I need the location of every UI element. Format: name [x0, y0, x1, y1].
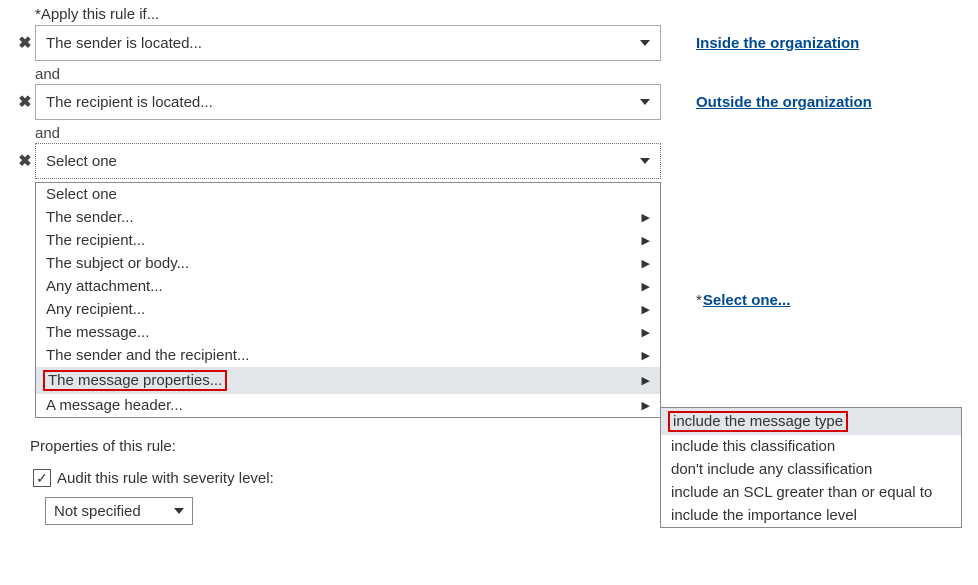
submenu-item-label: include an SCL greater than or equal to [671, 484, 932, 501]
menu-item-label: A message header... [46, 397, 183, 414]
menu-item-4[interactable]: Any attachment... ▶ [36, 275, 660, 298]
condition-2-label: The recipient is located... [46, 94, 213, 111]
chevron-right-icon: ▶ [642, 326, 650, 339]
remove-condition-2[interactable]: ✖ [15, 92, 35, 112]
menu-item-label: Select one [46, 186, 117, 203]
submenu-item-3[interactable]: include an SCL greater than or equal to [661, 481, 961, 504]
submenu-item-label: include the message type [668, 411, 848, 432]
caret-down-icon [640, 158, 650, 164]
condition-3-value[interactable]: Select one... [703, 292, 791, 309]
remove-condition-3[interactable]: ✖ [15, 151, 35, 171]
menu-item-9[interactable]: A message header... ▶ [36, 394, 660, 417]
severity-dropdown[interactable]: Not specified [45, 497, 193, 525]
audit-checkbox[interactable]: ✓ [33, 469, 51, 487]
required-star: * [696, 292, 702, 309]
submenu-item-label: include this classification [671, 438, 835, 455]
submenu-item-1[interactable]: include this classification [661, 435, 961, 458]
menu-item-label: The message properties... [43, 370, 227, 391]
apply-rule-label: *Apply this rule if... [15, 4, 978, 23]
audit-label: Audit this rule with severity level: [57, 470, 274, 487]
submenu-item-label: include the importance level [671, 507, 857, 524]
chevron-right-icon: ▶ [642, 257, 650, 270]
condition-1-dropdown[interactable]: The sender is located... [35, 25, 661, 61]
condition-2-dropdown[interactable]: The recipient is located... [35, 84, 661, 120]
menu-item-8[interactable]: The message properties... ▶ [36, 367, 660, 394]
properties-title: Properties of this rule: [15, 438, 661, 455]
chevron-right-icon: ▶ [642, 303, 650, 316]
chevron-right-icon: ▶ [642, 349, 650, 362]
submenu-item-4[interactable]: include the importance level [661, 504, 961, 527]
and-label-1: and [35, 64, 978, 84]
menu-item-label: Any recipient... [46, 301, 145, 318]
chevron-right-icon: ▶ [642, 374, 650, 387]
menu-item-label: The subject or body... [46, 255, 189, 272]
menu-item-1[interactable]: The sender... ▶ [36, 206, 660, 229]
condition-2-value[interactable]: Outside the organization [696, 94, 872, 111]
and-label-2: and [35, 123, 978, 143]
menu-item-label: The sender... [46, 209, 134, 226]
menu-item-label: The message... [46, 324, 149, 341]
condition-3-dropdown[interactable]: Select one [35, 143, 661, 179]
menu-item-3[interactable]: The subject or body... ▶ [36, 252, 660, 275]
chevron-right-icon: ▶ [642, 280, 650, 293]
chevron-right-icon: ▶ [642, 234, 650, 247]
caret-down-icon [174, 508, 184, 514]
menu-item-5[interactable]: Any recipient... ▶ [36, 298, 660, 321]
submenu-item-0[interactable]: include the message type [661, 408, 961, 435]
caret-down-icon [640, 40, 650, 46]
caret-down-icon [640, 99, 650, 105]
menu-item-2[interactable]: The recipient... ▶ [36, 229, 660, 252]
condition-1-label: The sender is located... [46, 35, 202, 52]
remove-condition-1[interactable]: ✖ [15, 33, 35, 53]
condition-1-value[interactable]: Inside the organization [696, 35, 859, 52]
severity-value: Not specified [54, 503, 141, 520]
menu-item-label: The recipient... [46, 232, 145, 249]
condition-3-label: Select one [46, 153, 117, 170]
chevron-right-icon: ▶ [642, 211, 650, 224]
condition-submenu[interactable]: include the message type include this cla… [660, 407, 962, 528]
menu-item-7[interactable]: The sender and the recipient... ▶ [36, 344, 660, 367]
chevron-right-icon: ▶ [642, 399, 650, 412]
submenu-item-2[interactable]: don't include any classification [661, 458, 961, 481]
menu-item-0[interactable]: Select one [36, 183, 660, 206]
menu-item-6[interactable]: The message... ▶ [36, 321, 660, 344]
submenu-item-label: don't include any classification [671, 461, 872, 478]
menu-item-label: The sender and the recipient... [46, 347, 249, 364]
condition-menu[interactable]: Select oneThe sender...▶The recipient...… [35, 182, 661, 418]
menu-item-label: Any attachment... [46, 278, 163, 295]
